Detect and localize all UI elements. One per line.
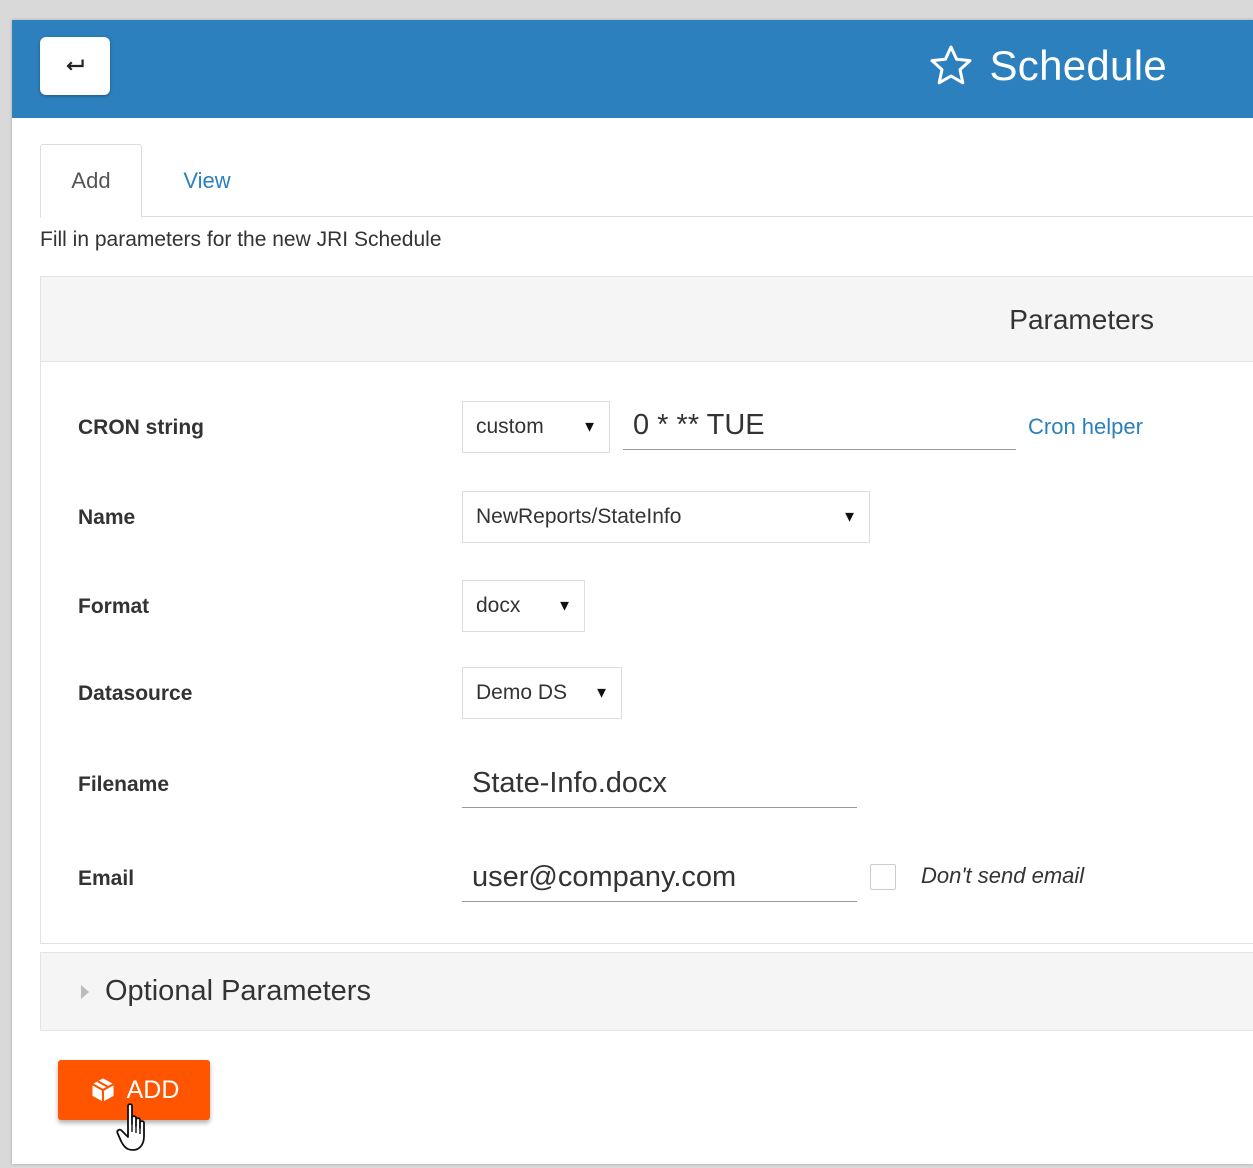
datasource-label: Datasource xyxy=(78,682,193,705)
dont-send-email-checkbox[interactable] xyxy=(870,864,896,890)
return-arrow-icon xyxy=(66,59,84,71)
header-bar: Schedule xyxy=(12,20,1253,118)
caret-right-icon xyxy=(81,984,89,999)
back-button[interactable] xyxy=(40,37,110,95)
optional-parameters-toggle[interactable]: Optional Parameters xyxy=(40,952,1253,1031)
filename-label: Filename xyxy=(78,773,170,796)
email-label: Email xyxy=(78,867,135,890)
cube-icon xyxy=(91,1078,114,1102)
app-window: Schedule Add View Fill in parameters for… xyxy=(12,20,1253,1164)
cron-mode-value: custom xyxy=(476,415,544,438)
chevron-down-icon: ▼ xyxy=(594,684,609,702)
page-title: Schedule xyxy=(989,42,1167,89)
parameters-heading: Parameters xyxy=(1009,304,1154,335)
cron-mode-select[interactable]: custom ▼ xyxy=(462,401,610,453)
hand-pointer-icon xyxy=(116,1103,145,1151)
name-value: NewReports/StateInfo xyxy=(476,505,682,528)
filename-input[interactable] xyxy=(462,760,857,808)
chevron-down-icon: ▼ xyxy=(582,418,597,436)
chevron-down-icon: ▼ xyxy=(557,597,572,615)
tab-view[interactable]: View xyxy=(170,144,244,217)
tab-add[interactable]: Add xyxy=(40,144,142,218)
dont-send-email-label: Don't send email xyxy=(921,863,1085,888)
intro-text: Fill in parameters for the new JRI Sched… xyxy=(40,228,442,251)
add-button-label: ADD xyxy=(126,1075,180,1104)
tab-bar: Add View xyxy=(40,144,1253,218)
cron-label: CRON string xyxy=(78,416,204,439)
parameters-panel: Parameters CRON string custom ▼ Cron hel… xyxy=(40,276,1253,944)
format-select[interactable]: docx ▼ xyxy=(462,580,585,632)
page-title-group: Schedule xyxy=(927,38,1167,94)
datasource-select[interactable]: Demo DS ▼ xyxy=(462,667,622,719)
chevron-down-icon: ▼ xyxy=(842,508,857,526)
name-select[interactable]: NewReports/StateInfo ▼ xyxy=(462,491,870,543)
optional-parameters-label: Optional Parameters xyxy=(105,975,371,1007)
parameters-header: Parameters xyxy=(41,277,1253,362)
star-outline-icon[interactable] xyxy=(927,42,975,90)
datasource-value: Demo DS xyxy=(476,681,568,704)
cron-helper-link[interactable]: Cron helper xyxy=(1028,414,1143,440)
cron-string-input[interactable] xyxy=(623,402,1016,450)
email-input[interactable] xyxy=(462,854,857,902)
name-label: Name xyxy=(78,506,136,529)
format-value: docx xyxy=(476,594,521,617)
format-label: Format xyxy=(78,595,150,618)
